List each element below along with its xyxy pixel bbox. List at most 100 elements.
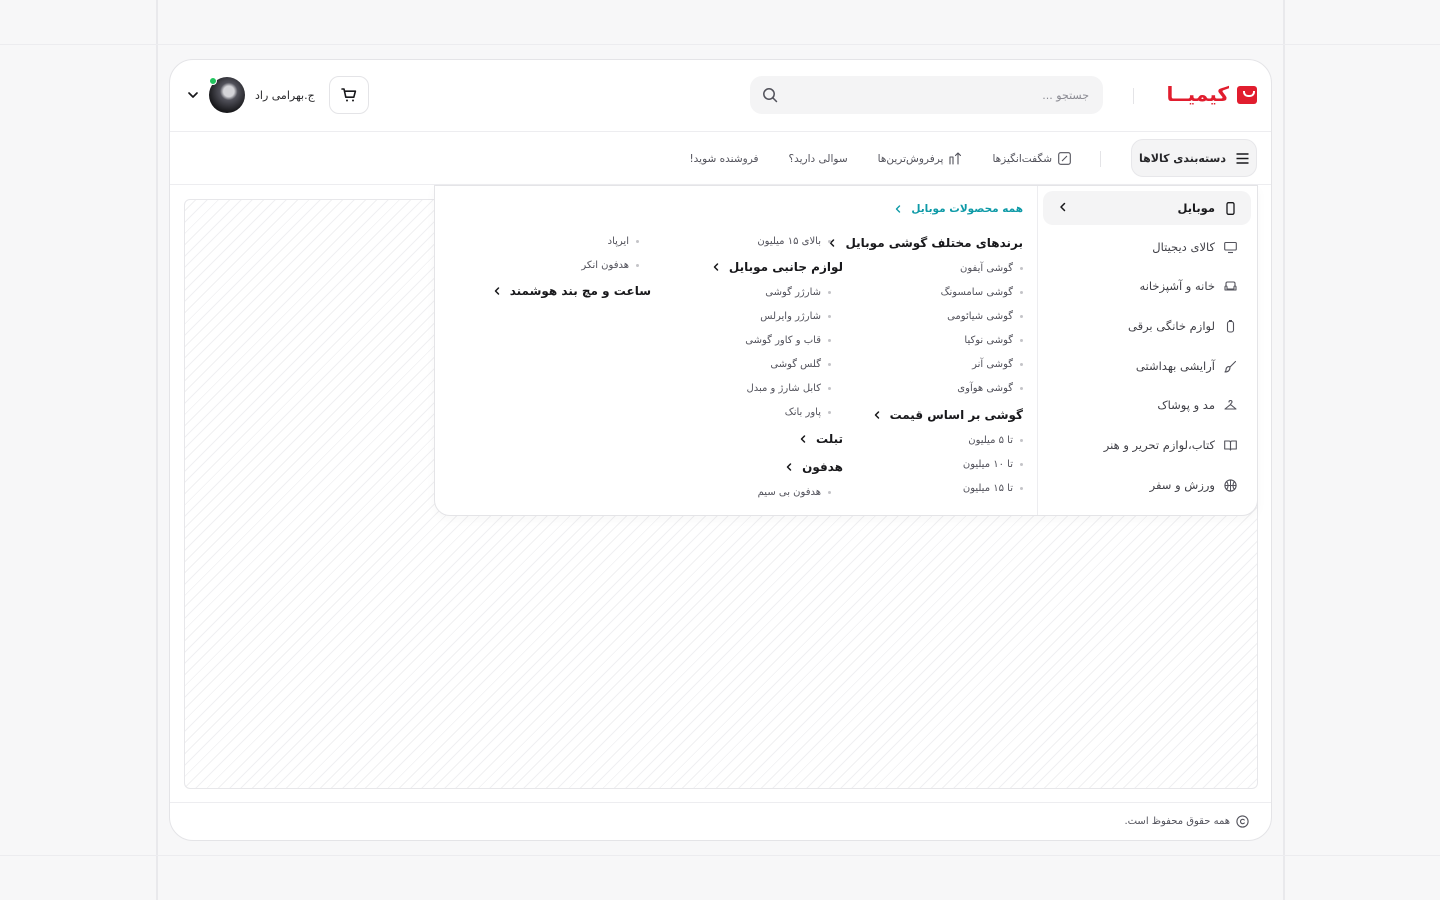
book-icon [1224,439,1237,452]
navbar-divider [1100,151,1101,167]
bullet [636,264,639,267]
footer: همه حقوق محفوظ است. [170,802,1271,840]
nav-link-label: پرفروش‌ترین‌ها [877,152,944,165]
menu-link[interactable]: هدفون بی سیم [758,487,831,498]
bullet [828,315,831,318]
copyright-icon [1236,815,1249,828]
menu-link[interactable]: گوشی شیائومی [947,311,1023,322]
nav-link-label: فروشنده شوید! [689,152,759,165]
category-item-mobile[interactable]: موبایل [1043,191,1251,225]
heading-label: ساعت و مچ بند هوشمند [509,284,651,298]
hamburger-icon [1236,152,1249,164]
menu-link[interactable]: گوشی نوکیا [964,335,1023,346]
menu-link[interactable]: کابل شارژ و مبدل [746,383,831,394]
heading-label: برندهای مختلف گوشی موبایل [845,236,1023,250]
chevron-left-icon [798,434,808,444]
link-label: گوشی هوآوی [957,383,1013,394]
nav-link-label: سوالی دارید؟ [788,152,848,165]
user-menu[interactable]: ج.بهرامی راد [186,77,315,113]
category-item-appliances[interactable]: لوازم خانگی برقی [1043,309,1251,343]
categories-label: دسته‌بندی کالاها [1139,151,1226,165]
navbar: دسته‌بندی کالاها شگفت‌انگیزها پرفروش‌تری… [170,132,1271,185]
cart-button[interactable] [329,76,369,114]
bullet [1020,439,1023,442]
link-label: قاب و کاور گوشی [745,335,821,346]
category-item-digital[interactable]: کالای دیجیتال [1043,230,1251,264]
menu-link[interactable]: تا ۱۵ میلیون [963,483,1023,494]
heading-label: تبلت [815,432,843,446]
link-label: هدفون انکر [581,260,629,271]
search-icon[interactable] [762,87,778,103]
category-label: آرایشی بهداشتی [1135,359,1215,373]
nav-link-best-sellers[interactable]: پرفروش‌ترین‌ها [878,152,963,165]
link-label: بالای ۱۵ میلیون [757,236,821,247]
heading-mobile-accessories[interactable]: لوازم جانبی موبایل [711,260,843,274]
user-name: ج.بهرامی راد [255,88,315,102]
nav-links: شگفت‌انگیزها پرفروش‌ترین‌ها سوالی دارید؟… [689,132,1071,185]
link-label: گلس گوشی [770,359,821,370]
heading-label: لوازم جانبی موبایل [728,260,843,274]
menu-link[interactable]: گوشی آنر [972,359,1023,370]
menu-link[interactable]: هدفون انکر [581,260,639,271]
menu-link[interactable]: شارژر وایرلس [760,311,831,322]
categories-button[interactable]: دسته‌بندی کالاها [1131,139,1257,177]
monitor-icon [1224,241,1237,254]
app-frame: کیمیــا ج.بهرامی راد [169,59,1272,841]
bullet [828,491,831,494]
menu-link[interactable]: گلس گوشی [770,359,831,370]
menu-link[interactable]: قاب و کاور گوشی [745,335,831,346]
link-label: گوشی سامسونگ [940,287,1013,298]
link-label: تا ۵ میلیون [968,435,1013,446]
category-item-beauty[interactable]: آرایشی بهداشتی [1043,349,1251,383]
category-item-home-kitchen[interactable]: خانه و آشپزخانه [1043,269,1251,303]
menu-link[interactable]: شارژر گوشی [765,287,831,298]
nav-link-faq[interactable]: سوالی دارید؟ [789,153,848,165]
appliance-icon [1224,319,1237,333]
search-input[interactable] [790,76,1089,114]
search-box [750,76,1103,114]
menu-link[interactable]: تا ۱۰ میلیون [963,459,1023,470]
menu-link[interactable]: ایرپاد [608,236,639,247]
nav-link-amazing-offers[interactable]: شگفت‌انگیزها [992,152,1071,165]
bullet [828,387,831,390]
menu-link[interactable]: گوشی سامسونگ [941,287,1023,298]
category-item-fashion[interactable]: مد و پوشاک [1043,388,1251,422]
menu-column-3: ایرپاد هدفون انکر ساعت و مچ بند هوشمند [469,186,651,517]
heading-phone-by-price[interactable]: گوشی بر اساس قیمت [872,408,1023,422]
link-label: پاور بانک [784,407,821,418]
avatar[interactable] [209,77,245,113]
chevron-down-icon[interactable] [186,88,200,102]
chevron-left-icon [492,286,502,296]
bullet [1020,463,1023,466]
menu-link[interactable]: تا ۵ میلیون [968,435,1023,446]
sofa-icon [1224,280,1237,293]
category-item-books[interactable]: کتاب،لوازم تحریر و هنر [1043,428,1251,462]
link-label: گوشی شیائومی [947,311,1013,322]
category-label: موبایل [1177,201,1215,215]
link-label: شارژر وایرلس [760,311,821,322]
bullet [828,291,831,294]
menu-link[interactable]: پاور بانک [785,407,831,418]
menu-link[interactable]: بالای ۱۵ میلیون [757,236,831,247]
link-label: شارژر گوشی [765,287,821,298]
category-item-sports[interactable]: ورزش و سفر [1043,468,1251,502]
logo-text: کیمیــا [1166,82,1229,106]
heading-tablet[interactable]: تبلت [798,432,843,446]
menu-link[interactable]: گوشی هوآوی [957,383,1023,394]
bullet [1020,487,1023,490]
bullet [1020,291,1023,294]
smartphone-icon [1224,201,1237,215]
category-label: ورزش و سفر [1149,478,1215,492]
bullet [828,240,831,243]
logo[interactable]: کیمیــا [1166,82,1257,106]
link-label: کابل شارژ و مبدل [746,383,821,394]
menu-link[interactable]: گوشی آیفون [960,263,1023,274]
hanger-icon [1224,399,1237,412]
heading-phone-brands[interactable]: برندهای مختلف گوشی موبایل [827,236,1023,250]
nav-link-become-seller[interactable]: فروشنده شوید! [689,153,758,165]
heading-label: هدفون [802,460,843,474]
link-label: تا ۱۰ میلیون [962,459,1013,470]
category-label: کتاب،لوازم تحریر و هنر [1103,438,1215,452]
heading-smartwatch[interactable]: ساعت و مچ بند هوشمند [492,284,651,298]
heading-headphones[interactable]: هدفون [784,460,843,474]
